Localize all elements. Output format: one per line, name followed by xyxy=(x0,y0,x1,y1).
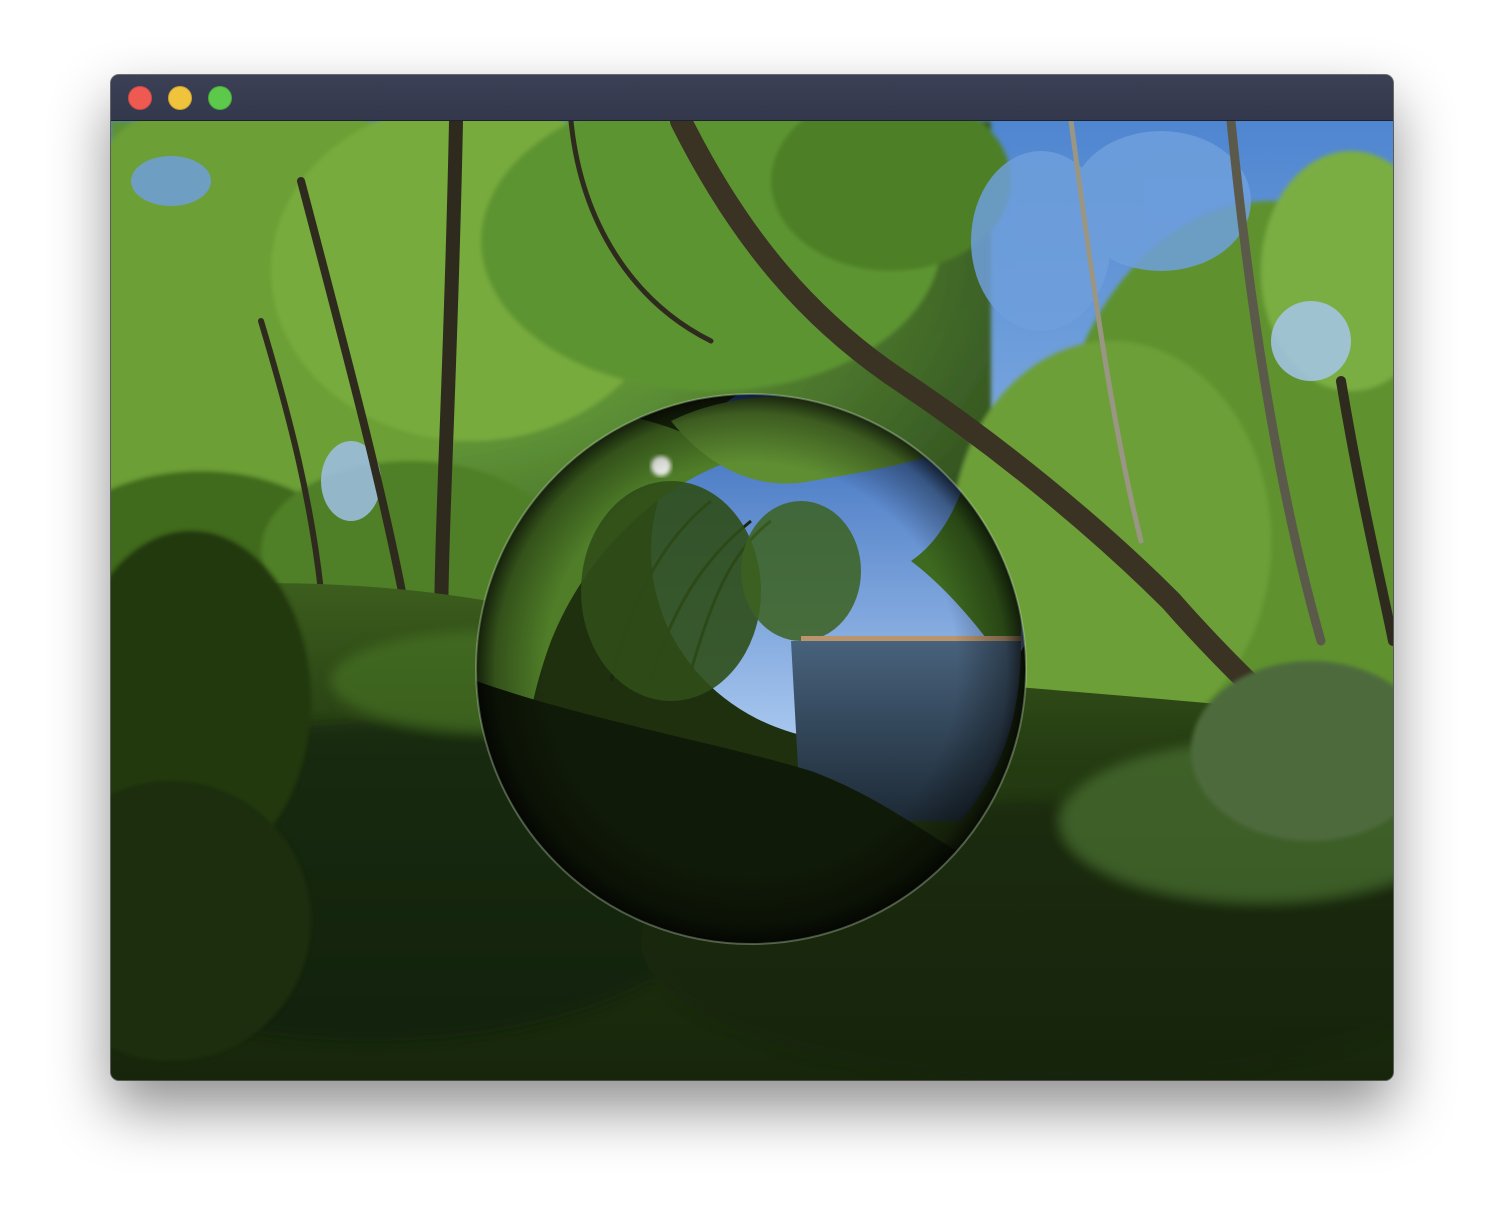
scene-canvas xyxy=(111,121,1393,1080)
close-button[interactable] xyxy=(128,86,152,110)
app-window xyxy=(111,75,1393,1080)
maximize-button[interactable] xyxy=(208,86,232,110)
render-viewport[interactable] xyxy=(111,121,1393,1080)
title-bar[interactable] xyxy=(111,75,1393,121)
minimize-button[interactable] xyxy=(168,86,192,110)
